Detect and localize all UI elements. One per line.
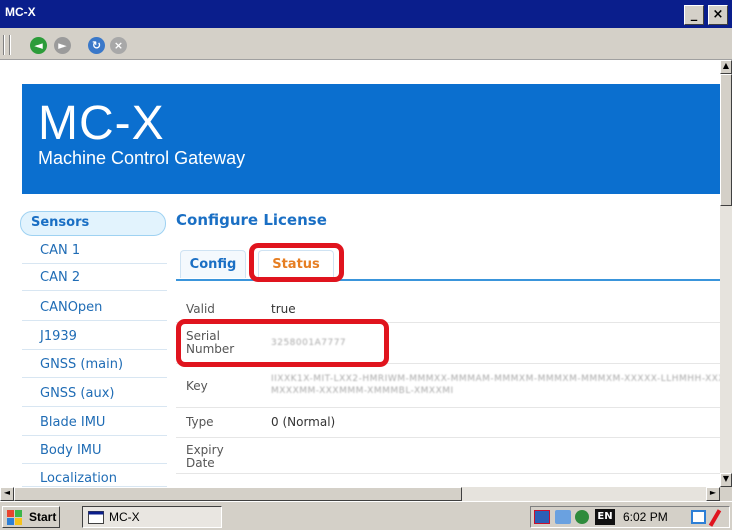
taskbar-task-label: MC-X — [109, 510, 140, 524]
sidebar-item-blade-imu[interactable]: Blade IMU — [22, 410, 167, 436]
status-tab-highlight — [249, 243, 344, 282]
start-button[interactable]: Start — [2, 506, 60, 528]
window-title: MC-X — [5, 5, 36, 19]
windows-logo-icon — [7, 510, 22, 525]
back-icon[interactable]: ◄ — [30, 37, 47, 54]
forward-icon[interactable]: ► — [54, 37, 71, 54]
sidebar-item-gnss-aux[interactable]: GNSS (aux) — [22, 381, 167, 407]
toolbar-grip — [3, 35, 5, 55]
taskbar: Start MC-X EN 6:02 PM — [0, 501, 732, 530]
sidebar-item-body-imu[interactable]: Body IMU — [22, 438, 167, 464]
minimize-button[interactable]: _ — [684, 5, 704, 25]
tab-config[interactable]: Config — [180, 250, 246, 278]
vertical-scrollbar[interactable]: ▲ ▼ — [720, 60, 732, 487]
field-label-key: Key — [186, 379, 208, 393]
refresh-icon[interactable]: ↻ — [88, 37, 105, 54]
field-value-valid: true — [271, 302, 296, 316]
sidebar-item-canopen[interactable]: CANOpen — [22, 295, 167, 321]
clock[interactable]: 6:02 PM — [623, 510, 668, 524]
desktop-icon[interactable] — [691, 510, 706, 524]
scroll-down-arrow-icon[interactable]: ▼ — [720, 473, 732, 487]
app-window-icon — [88, 511, 104, 524]
usb-icon[interactable] — [575, 510, 589, 524]
app-subtitle: Machine Control Gateway — [38, 148, 246, 168]
pen-icon[interactable] — [708, 509, 722, 527]
sidebar-item-can2[interactable]: CAN 2 — [22, 265, 167, 291]
stop-icon[interactable]: × — [110, 37, 127, 54]
page-header: MC-X Machine Control Gateway — [22, 84, 720, 194]
close-button[interactable]: × — [708, 5, 728, 25]
horizontal-scroll-thumb[interactable] — [14, 487, 462, 501]
sidebar-item-gnss-main[interactable]: GNSS (main) — [22, 352, 167, 378]
start-label: Start — [29, 510, 57, 524]
field-row-type: Type 0 (Normal) — [176, 408, 720, 438]
window-title-bar: MC-X _ × — [0, 0, 732, 28]
field-row-expiry-date: Expiry Date — [176, 438, 720, 474]
serial-number-highlight — [176, 319, 389, 367]
browser-toolbar: ◄ ► ↻ × — [0, 28, 732, 60]
field-label-valid: Valid — [186, 302, 215, 316]
scroll-left-arrow-icon[interactable]: ◄ — [0, 487, 14, 501]
field-label-expiry-date: Expiry Date — [186, 443, 224, 470]
field-value-type: 0 (Normal) — [271, 415, 336, 429]
field-row-key: Key IIXXK1X-MIT-LXX2-HMRIWM-MMMXX-MMMAM-… — [176, 364, 720, 408]
section-title: Configure License — [176, 211, 327, 229]
field-label-type: Type — [186, 415, 214, 429]
field-value-key-line2: MXXXMM-XXXMMM-XMMMBL-XMXXMI — [271, 386, 454, 396]
vertical-scroll-thumb[interactable] — [720, 74, 732, 206]
sidebar-item-localization[interactable]: Localization — [22, 466, 167, 487]
scroll-up-arrow-icon[interactable]: ▲ — [720, 60, 732, 74]
app-logo: MC-X — [38, 97, 165, 150]
language-badge[interactable]: EN — [595, 509, 615, 525]
horizontal-scrollbar[interactable]: ◄ ► — [0, 487, 720, 501]
scrollbar-corner — [720, 487, 732, 501]
vnc-icon[interactable] — [534, 510, 550, 524]
system-tray: EN 6:02 PM — [530, 506, 730, 528]
scroll-right-arrow-icon[interactable]: ► — [706, 487, 720, 501]
sidebar-item-j1939[interactable]: J1939 — [22, 324, 167, 350]
taskbar-button-mcx[interactable]: MC-X — [82, 506, 222, 528]
sidebar-item-can1[interactable]: CAN 1 — [22, 238, 167, 264]
network-icon[interactable] — [555, 510, 571, 524]
toolbar-grip — [9, 35, 11, 55]
sidebar-heading-sensors[interactable]: Sensors — [20, 211, 166, 236]
